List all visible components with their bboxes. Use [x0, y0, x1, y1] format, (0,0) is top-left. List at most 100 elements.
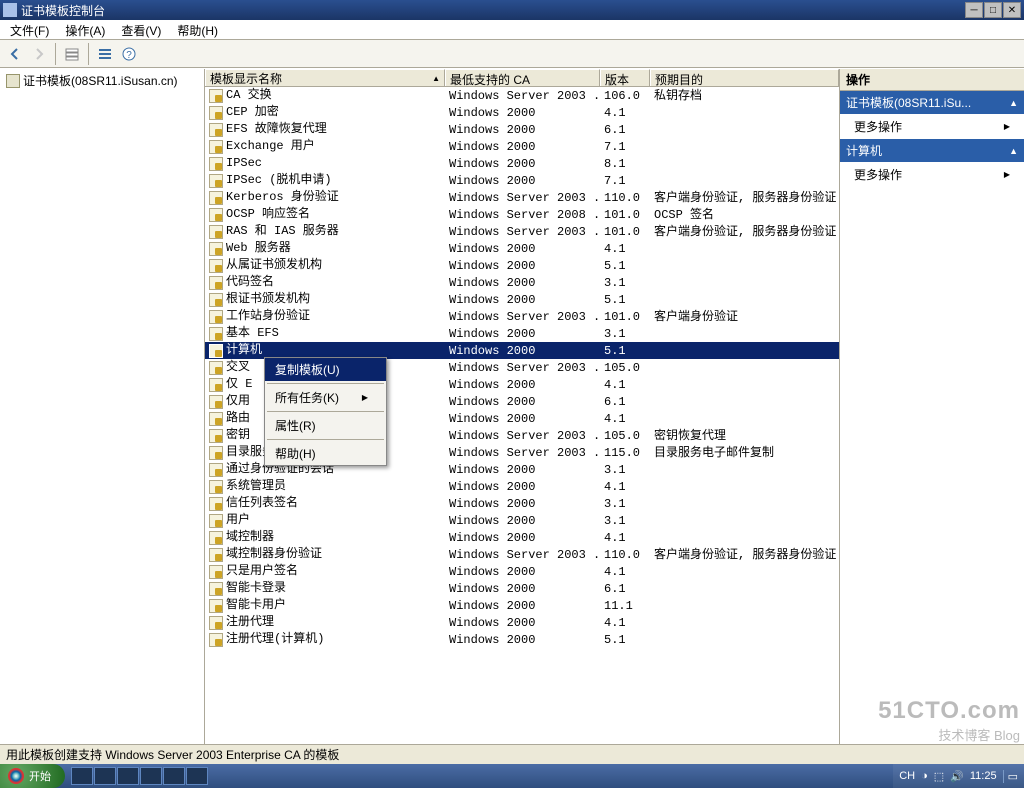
actions-more-computer[interactable]: 更多操作▶ — [840, 162, 1024, 187]
row-version: 3.1 — [600, 495, 650, 512]
table-row[interactable]: EFS 故障恢复代理Windows 20006.1 — [205, 121, 839, 138]
nav-back-button[interactable] — [4, 43, 26, 65]
context-menu-item[interactable]: 帮助(H) — [265, 442, 386, 465]
actions-pane: 操作 证书模板(08SR11.iSu...▲ 更多操作▶ 计算机▲ 更多操作▶ — [839, 69, 1024, 744]
view-button[interactable] — [61, 43, 83, 65]
row-purpose — [650, 631, 839, 648]
tree-root[interactable]: 证书模板(08SR11.iSusan.cn) — [4, 71, 200, 90]
task-item[interactable] — [71, 767, 93, 785]
table-row[interactable]: 用户Windows 20003.1 — [205, 512, 839, 529]
table-row[interactable]: 智能卡用户Windows 200011.1 — [205, 597, 839, 614]
table-row[interactable]: 注册代理(计算机)Windows 20005.1 — [205, 631, 839, 648]
row-version: 4.1 — [600, 614, 650, 631]
col-header-ca[interactable]: 最低支持的 CA — [445, 69, 600, 86]
nav-forward-button[interactable] — [28, 43, 50, 65]
task-item[interactable] — [163, 767, 185, 785]
row-purpose — [650, 410, 839, 427]
row-version: 105.0 — [600, 359, 650, 376]
row-purpose — [650, 580, 839, 597]
tree-pane: 证书模板(08SR11.iSusan.cn) — [0, 69, 205, 744]
row-ca: Windows 2000 — [445, 461, 600, 478]
row-ca: Windows Server 2003 ... — [445, 444, 600, 461]
show-desktop[interactable]: ▭ — [1003, 770, 1018, 783]
row-name: 信任列表签名 — [226, 495, 298, 512]
row-version: 4.1 — [600, 104, 650, 121]
table-row[interactable]: 基本 EFSWindows 20003.1 — [205, 325, 839, 342]
row-purpose: 目录服务电子邮件复制 — [650, 444, 839, 461]
row-version: 3.1 — [600, 461, 650, 478]
row-purpose — [650, 138, 839, 155]
task-item[interactable] — [94, 767, 116, 785]
tray-icon[interactable]: 🔊 — [950, 770, 964, 783]
table-row[interactable]: 域控制器Windows 20004.1 — [205, 529, 839, 546]
row-ca: Windows 2000 — [445, 325, 600, 342]
table-row[interactable]: 注册代理Windows 20004.1 — [205, 614, 839, 631]
table-row[interactable]: 域控制器身份验证Windows Server 2003 ...110.0客户端身… — [205, 546, 839, 563]
task-item[interactable] — [117, 767, 139, 785]
app-icon — [3, 3, 17, 17]
table-row[interactable]: 系统管理员Windows 20004.1 — [205, 478, 839, 495]
table-row[interactable]: 从属证书颁发机构Windows 20005.1 — [205, 257, 839, 274]
context-menu-item[interactable]: 复制模板(U) — [265, 358, 386, 381]
row-ca: Windows Server 2003 ... — [445, 189, 600, 206]
row-ca: Windows 2000 — [445, 631, 600, 648]
table-row[interactable]: CEP 加密Windows 20004.1 — [205, 104, 839, 121]
table-row[interactable]: CA 交换Windows Server 2003 ...106.0私钥存档 — [205, 87, 839, 104]
table-row[interactable]: Exchange 用户Windows 20007.1 — [205, 138, 839, 155]
close-button[interactable]: ✕ — [1003, 2, 1021, 18]
quick-launch — [71, 767, 208, 785]
table-row[interactable]: Web 服务器Windows 20004.1 — [205, 240, 839, 257]
template-icon — [209, 310, 223, 324]
submenu-icon: ▶ — [1004, 170, 1010, 179]
template-icon — [209, 361, 223, 375]
clock[interactable]: 11:25 — [970, 770, 997, 782]
row-purpose: 密钥恢复代理 — [650, 427, 839, 444]
table-row[interactable]: 只是用户签名Windows 20004.1 — [205, 563, 839, 580]
menu-file[interactable]: 文件(F) — [4, 21, 55, 40]
language-indicator[interactable]: CH — [899, 770, 915, 782]
col-header-name[interactable]: 模板显示名称 ▲ — [205, 69, 445, 86]
table-row[interactable]: IPSecWindows 20008.1 — [205, 155, 839, 172]
template-icon — [209, 225, 223, 239]
menu-view[interactable]: 查看(V) — [115, 21, 167, 40]
task-item[interactable] — [186, 767, 208, 785]
table-row[interactable]: RAS 和 IAS 服务器Windows Server 2003 ...101.… — [205, 223, 839, 240]
help-button[interactable]: ? — [118, 43, 140, 65]
row-name: RAS 和 IAS 服务器 — [226, 223, 339, 240]
col-header-purpose[interactable]: 预期目的 — [650, 69, 839, 86]
template-icon — [209, 276, 223, 290]
actions-more-templates[interactable]: 更多操作▶ — [840, 114, 1024, 139]
maximize-button[interactable]: □ — [984, 2, 1002, 18]
context-menu-item[interactable]: 属性(R) — [265, 414, 386, 437]
table-row[interactable]: 根证书颁发机构Windows 20005.1 — [205, 291, 839, 308]
tray-icon[interactable]: ⬚ — [934, 770, 944, 783]
template-icon — [209, 259, 223, 273]
col-header-version[interactable]: 版本 — [600, 69, 650, 86]
table-row[interactable]: 工作站身份验证Windows Server 2003 ...101.0客户端身份… — [205, 308, 839, 325]
template-icon — [209, 565, 223, 579]
submenu-icon: ▶ — [362, 393, 368, 402]
menu-action[interactable]: 操作(A) — [59, 21, 111, 40]
minimize-button[interactable]: ─ — [965, 2, 983, 18]
row-version: 105.0 — [600, 427, 650, 444]
context-menu-item[interactable]: 所有任务(K)▶ — [265, 386, 386, 409]
tray-icon[interactable]: ◑ — [921, 770, 928, 782]
row-ca: Windows Server 2003 ... — [445, 308, 600, 325]
actions-group-computer[interactable]: 计算机▲ — [840, 139, 1024, 162]
template-icon — [209, 293, 223, 307]
row-version: 4.1 — [600, 376, 650, 393]
refresh-button[interactable] — [94, 43, 116, 65]
row-name: Web 服务器 — [226, 240, 291, 257]
table-row[interactable]: 智能卡登录Windows 20006.1 — [205, 580, 839, 597]
separator — [267, 439, 384, 440]
table-row[interactable]: IPSec (脱机申请)Windows 20007.1 — [205, 172, 839, 189]
table-row[interactable]: OCSP 响应签名Windows Server 2008 ...101.0OCS… — [205, 206, 839, 223]
table-row[interactable]: 信任列表签名Windows 20003.1 — [205, 495, 839, 512]
actions-group-templates[interactable]: 证书模板(08SR11.iSu...▲ — [840, 91, 1024, 114]
menu-help[interactable]: 帮助(H) — [171, 21, 224, 40]
collapse-icon: ▲ — [1009, 146, 1018, 156]
table-row[interactable]: 代码签名Windows 20003.1 — [205, 274, 839, 291]
table-row[interactable]: Kerberos 身份验证Windows Server 2003 ...110.… — [205, 189, 839, 206]
row-ca: Windows Server 2003 ... — [445, 546, 600, 563]
task-item[interactable] — [140, 767, 162, 785]
